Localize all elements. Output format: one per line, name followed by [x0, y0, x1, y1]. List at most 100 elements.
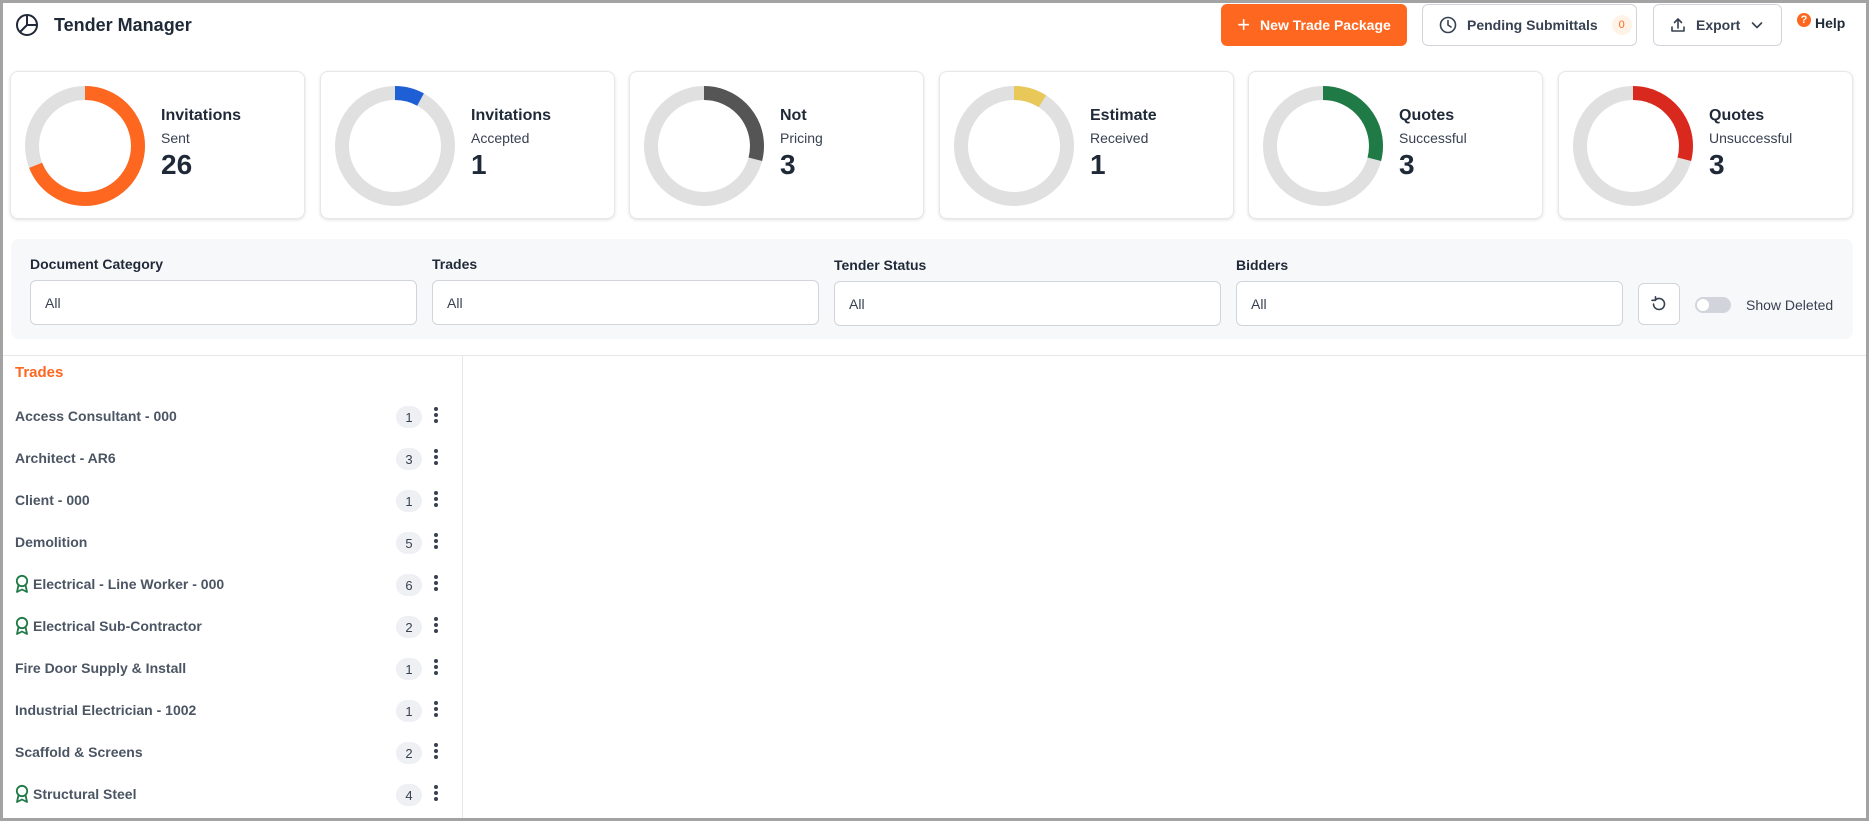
trade-count-badge: 1 — [396, 406, 422, 428]
stat-card: Invitations Sent 26 — [10, 71, 305, 219]
chevron-down-icon — [1752, 22, 1763, 29]
stat-title: Estimate — [1090, 107, 1157, 124]
trade-label: Scaffold & Screens — [15, 744, 143, 760]
pie-chart-icon — [16, 14, 38, 36]
more-options-icon[interactable] — [434, 491, 438, 507]
more-options-icon[interactable] — [434, 575, 438, 591]
stat-card: Quotes Successful 3 — [1248, 71, 1543, 219]
donut-track — [335, 86, 455, 206]
document-category-label: Document Category — [30, 256, 164, 272]
trade-name: Scaffold & Screens — [15, 731, 143, 773]
document-category-value: All — [45, 294, 61, 311]
trade-count-badge: 1 — [396, 700, 422, 722]
more-options-icon[interactable] — [434, 407, 438, 423]
donut-chart — [1263, 86, 1383, 206]
trade-name: Structural Steel — [15, 773, 136, 815]
stat-subtitle: Accepted — [471, 130, 530, 146]
stat-value: 3 — [780, 149, 796, 180]
trade-list-item[interactable]: Access Consultant - 000 1 — [0, 395, 462, 437]
trade-list-item[interactable]: Structural Steel 4 — [0, 773, 462, 815]
more-options-icon[interactable] — [434, 533, 438, 549]
trade-count-badge: 2 — [396, 742, 422, 764]
more-options-icon[interactable] — [434, 617, 438, 633]
reset-filters-button[interactable] — [1638, 283, 1680, 325]
trade-name: Industrial Electrician - 1002 — [15, 689, 196, 731]
stat-subtitle: Sent — [161, 130, 190, 146]
trade-list-item[interactable]: Fire Door Supply & Install 1 — [0, 647, 462, 689]
header: Tender Manager + New Trade Package Pendi… — [0, 0, 1869, 50]
page-title: Tender Manager — [54, 15, 192, 35]
pending-count-badge: 0 — [1611, 15, 1632, 35]
stat-title: Invitations — [471, 107, 552, 124]
section-divider — [3, 355, 1866, 356]
tender-status-select[interactable]: All — [834, 281, 1221, 326]
tender-status-label: Tender Status — [834, 257, 927, 273]
stat-card: Estimate Received 1 — [939, 71, 1234, 219]
stat-value: 26 — [161, 149, 193, 180]
stat-title: Not — [780, 107, 807, 124]
trade-label: Fire Door Supply & Install — [15, 660, 187, 676]
help-link[interactable]: ? Help — [1797, 13, 1845, 31]
more-options-icon[interactable] — [434, 743, 438, 759]
donut-chart — [335, 86, 455, 206]
trade-name: Electrical Sub-Contractor — [15, 605, 202, 647]
trade-list-item[interactable]: Demolition 5 — [0, 521, 462, 563]
more-options-icon[interactable] — [434, 659, 438, 675]
more-options-icon[interactable] — [434, 785, 438, 801]
trade-list-item[interactable]: Client - 000 1 — [0, 479, 462, 521]
document-category-select[interactable]: All — [30, 280, 417, 325]
bidders-value: All — [1251, 295, 1267, 312]
trade-name: Client - 000 — [15, 479, 90, 521]
bidders-select[interactable]: All — [1236, 281, 1623, 326]
trade-list-item[interactable]: Electrical - Line Worker - 000 6 — [0, 563, 462, 605]
trade-label: Electrical - Line Worker - 000 — [33, 576, 225, 592]
trade-label: Structural Steel — [33, 786, 137, 802]
more-options-icon[interactable] — [434, 449, 438, 465]
trade-count-badge: 2 — [396, 616, 422, 638]
help-icon: ? — [1797, 13, 1811, 27]
trade-count-badge: 1 — [396, 490, 422, 512]
award-ribbon-icon — [15, 784, 29, 803]
stat-value: 1 — [471, 149, 487, 180]
trade-name: Architect - AR6 — [15, 437, 116, 479]
bidders-label: Bidders — [1236, 257, 1289, 273]
stat-title: Quotes — [1399, 107, 1455, 124]
new-trade-package-button[interactable]: + New Trade Package — [1221, 4, 1407, 46]
trades-section-title: Trades — [15, 364, 64, 381]
trade-label: Architect - AR6 — [15, 450, 116, 466]
pending-submittals-button[interactable]: Pending Submittals 0 — [1422, 4, 1637, 46]
stat-subtitle: Unsuccessful — [1709, 130, 1793, 146]
tender-status-value: All — [849, 295, 865, 312]
plus-icon: + — [1237, 12, 1251, 37]
stat-subtitle: Successful — [1399, 130, 1467, 146]
donut-chart — [25, 86, 145, 206]
trades-filter-select[interactable]: All — [432, 280, 819, 325]
export-button[interactable]: Export — [1653, 4, 1782, 46]
trade-label: Demolition — [15, 534, 88, 550]
trade-list-item[interactable]: Electrical Sub-Contractor 2 — [0, 605, 462, 647]
award-ribbon-icon — [15, 574, 29, 593]
trade-label: Electrical Sub-Contractor — [33, 618, 202, 634]
trades-filter-label: Trades — [432, 256, 478, 272]
pending-submittals-label: Pending Submittals — [1467, 17, 1598, 33]
new-trade-package-label: New Trade Package — [1260, 17, 1391, 33]
trade-list-item[interactable]: Scaffold & Screens 2 — [0, 731, 462, 773]
more-options-icon[interactable] — [434, 701, 438, 717]
award-ribbon-icon — [15, 616, 29, 635]
stat-value: 3 — [1709, 149, 1725, 180]
export-label: Export — [1696, 17, 1741, 33]
panel-divider — [462, 356, 463, 818]
stat-value: 3 — [1399, 149, 1415, 180]
trade-list-item[interactable]: Industrial Electrician - 1002 1 — [0, 689, 462, 731]
trade-label: Access Consultant - 000 — [15, 408, 177, 424]
stat-card: Quotes Unsuccessful 3 — [1558, 71, 1853, 219]
upload-icon — [1671, 18, 1685, 32]
show-deleted-toggle[interactable] — [1695, 297, 1731, 313]
toggle-knob — [1697, 299, 1709, 311]
trade-list-item[interactable]: Architect - AR6 3 — [0, 437, 462, 479]
stat-card: Not Pricing 3 — [629, 71, 924, 219]
trade-label: Client - 000 — [15, 492, 90, 508]
trade-name: Demolition — [15, 521, 87, 563]
trades-filter-value: All — [447, 294, 463, 311]
trade-count-badge: 3 — [396, 448, 422, 470]
